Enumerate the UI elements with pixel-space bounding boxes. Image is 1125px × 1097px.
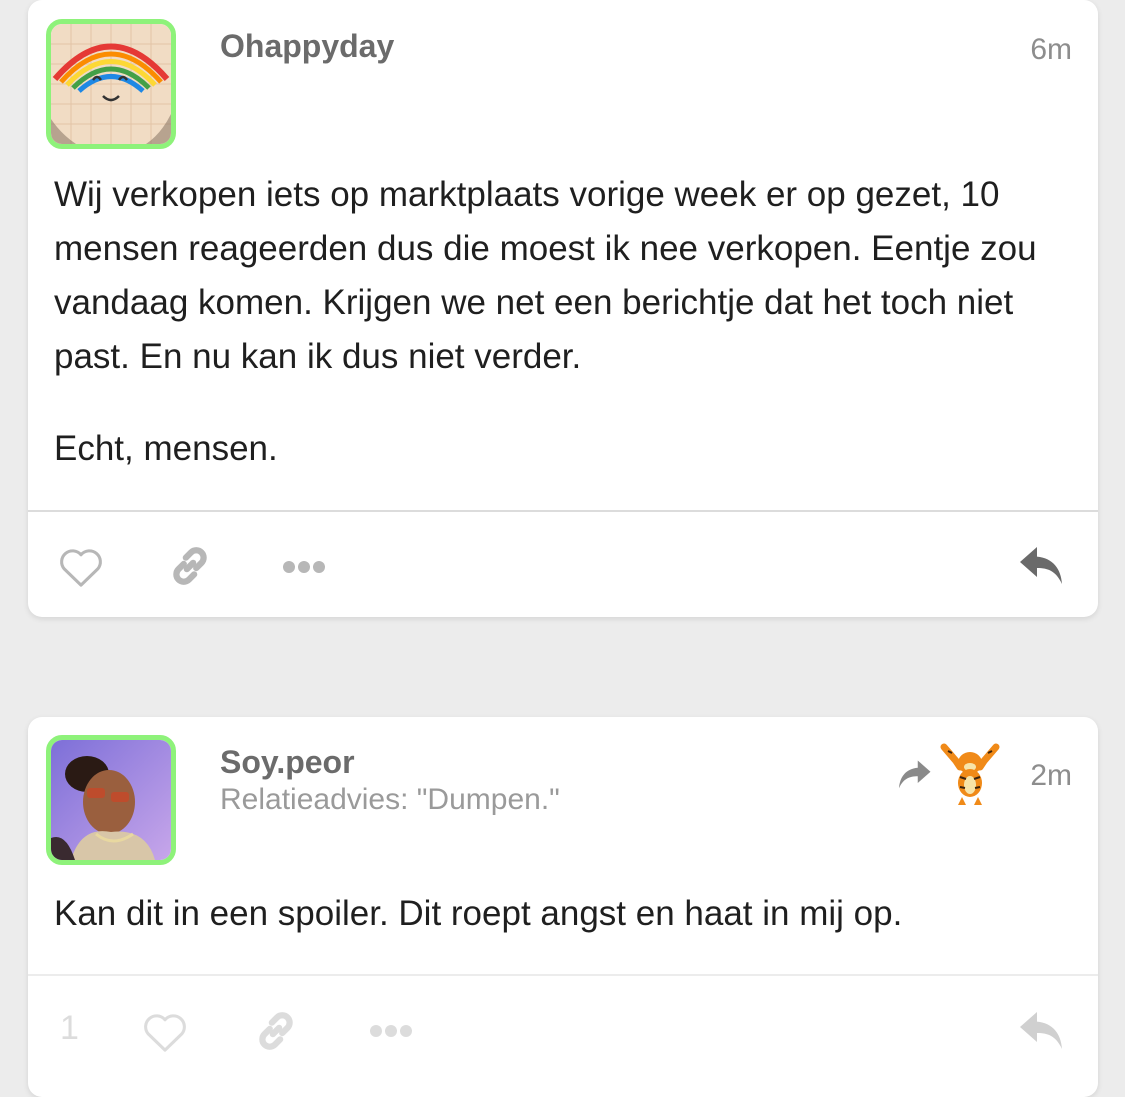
username[interactable]: Ohappyday	[220, 28, 394, 65]
heart-icon	[60, 549, 102, 587]
post-card: Soy.peor Relatieadvies: "Dumpen." 2m Kan…	[28, 717, 1098, 1097]
post-paragraph: Echt, mensen.	[54, 429, 278, 468]
reply-icon	[1020, 547, 1062, 584]
repost-arrow-icon	[899, 760, 931, 789]
heart-icon	[144, 1014, 186, 1052]
user-avatar[interactable]	[46, 735, 176, 865]
reply-icon	[1020, 1012, 1062, 1049]
more-icon	[283, 561, 325, 573]
link-button[interactable]	[250, 1005, 302, 1057]
reply-button[interactable]	[1016, 542, 1068, 590]
post-body: Wij verkopen iets op marktplaats vorige …	[54, 168, 1068, 476]
username[interactable]: Soy.peor	[220, 744, 355, 781]
link-button[interactable]	[164, 540, 216, 592]
divider	[28, 974, 1098, 976]
post-paragraph: Wij verkopen iets op marktplaats vorige …	[54, 175, 1037, 376]
post-time: 2m	[1030, 759, 1072, 792]
reply-button[interactable]	[1016, 1007, 1068, 1055]
divider	[28, 510, 1098, 512]
rainbow-smiley-avatar	[51, 24, 171, 144]
post-card: Ohappyday 6m Wij verkopen iets op marktp…	[28, 0, 1098, 617]
more-button[interactable]	[365, 1016, 417, 1046]
repost-info[interactable]	[896, 741, 1002, 807]
post-paragraph: Kan dit in een spoiler. Dit roept angst …	[54, 894, 903, 933]
like-button[interactable]	[140, 1007, 190, 1057]
like-count: 1	[60, 1009, 79, 1047]
more-button[interactable]	[278, 552, 330, 582]
tigger-avatar	[940, 743, 1000, 805]
user-avatar[interactable]	[46, 19, 176, 149]
post-subtitle: Relatieadvies: "Dumpen."	[220, 783, 560, 816]
person-sunglasses-avatar	[51, 740, 171, 860]
post-time: 6m	[1030, 33, 1072, 66]
like-button[interactable]	[56, 542, 106, 592]
link-icon	[173, 547, 207, 585]
post-body: Kan dit in een spoiler. Dit roept angst …	[54, 887, 1068, 941]
more-icon	[370, 1025, 412, 1037]
link-icon	[259, 1012, 293, 1050]
